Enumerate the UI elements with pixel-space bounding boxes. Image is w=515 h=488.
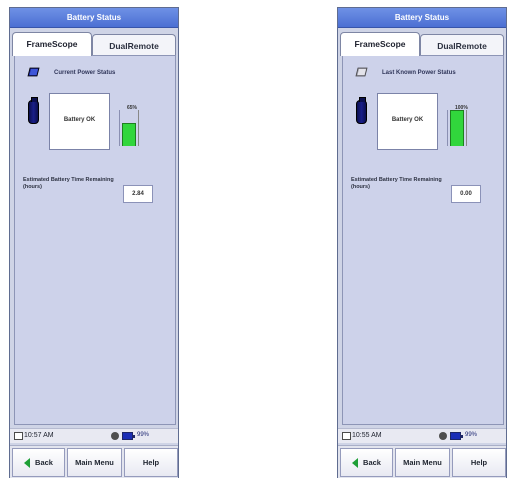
battery-status-panel-left: Battery Status FrameScope DualRemote Cur… — [9, 7, 179, 478]
clock-time: 10:55 AM — [352, 432, 382, 439]
gauge-percent: 100% — [455, 105, 468, 111]
battery-gauge — [447, 110, 467, 146]
battery-status-panel-right: Battery Status FrameScope DualRemote Las… — [337, 7, 507, 478]
power-status-label: Last Known Power Status — [382, 70, 456, 76]
window-title: Battery Status — [10, 8, 178, 28]
help-button[interactable]: Help — [452, 448, 506, 477]
battery-level-text: 99% — [465, 432, 478, 438]
main-menu-button[interactable]: Main Menu — [395, 448, 450, 477]
power-status-box: Battery OK — [49, 93, 110, 150]
clock-icon — [14, 432, 23, 440]
battery-card-icon — [355, 67, 368, 77]
main-menu-button[interactable]: Main Menu — [67, 448, 122, 477]
gauge-ticks — [465, 110, 467, 146]
battery-level-icon — [450, 432, 463, 440]
battery-content: Last Known Power Status Battery OK 100% … — [342, 55, 504, 425]
battery-card-icon — [27, 67, 40, 77]
back-arrow-icon — [352, 457, 359, 468]
remaining-time-label: Estimated Battery Time Remaining (hours) — [23, 177, 114, 190]
tabs: FrameScope DualRemote — [340, 32, 504, 56]
back-button[interactable]: Back — [340, 448, 393, 477]
tabs: FrameScope DualRemote — [12, 32, 176, 56]
power-icon — [439, 432, 447, 440]
back-button[interactable]: Back — [12, 448, 65, 477]
status-bar: 10:57 AM 99% — [10, 428, 178, 443]
gauge-percent: 65% — [127, 105, 138, 111]
tab-framescope[interactable]: FrameScope — [340, 32, 420, 56]
window-title: Battery Status — [338, 8, 506, 28]
clock-icon — [342, 432, 351, 440]
power-status-box: Battery OK — [377, 93, 438, 150]
battery-level-icon — [122, 432, 135, 440]
back-label: Back — [35, 458, 53, 467]
battery-content: Current Power Status Battery OK 65% Esti… — [14, 55, 176, 425]
tab-dualremote[interactable]: DualRemote — [420, 34, 504, 56]
button-bar: Back Main Menu Help — [10, 445, 178, 478]
tab-dualremote[interactable]: DualRemote — [92, 34, 176, 56]
remaining-time-value: 2.84 — [123, 185, 153, 203]
power-icon — [111, 432, 119, 440]
remaining-time-label: Estimated Battery Time Remaining (hours) — [351, 177, 442, 190]
back-label: Back — [363, 458, 381, 467]
power-status-label: Current Power Status — [54, 70, 116, 76]
gauge-ticks — [137, 110, 139, 146]
battery-level-text: 99% — [137, 432, 150, 438]
battery-icon — [356, 97, 367, 124]
remaining-time-value: 0.00 — [451, 185, 481, 203]
battery-status-text: Battery OK — [391, 117, 424, 123]
back-arrow-icon — [24, 457, 31, 468]
status-bar: 10:55 AM 99% — [338, 428, 506, 443]
gauge-fill — [450, 110, 464, 146]
gauge-fill — [122, 122, 136, 146]
battery-gauge — [119, 110, 139, 146]
button-bar: Back Main Menu Help — [338, 445, 506, 478]
battery-status-text: Battery OK — [63, 117, 96, 123]
clock-time: 10:57 AM — [24, 432, 54, 439]
battery-icon — [28, 97, 39, 124]
help-button[interactable]: Help — [124, 448, 178, 477]
tab-framescope[interactable]: FrameScope — [12, 32, 92, 56]
